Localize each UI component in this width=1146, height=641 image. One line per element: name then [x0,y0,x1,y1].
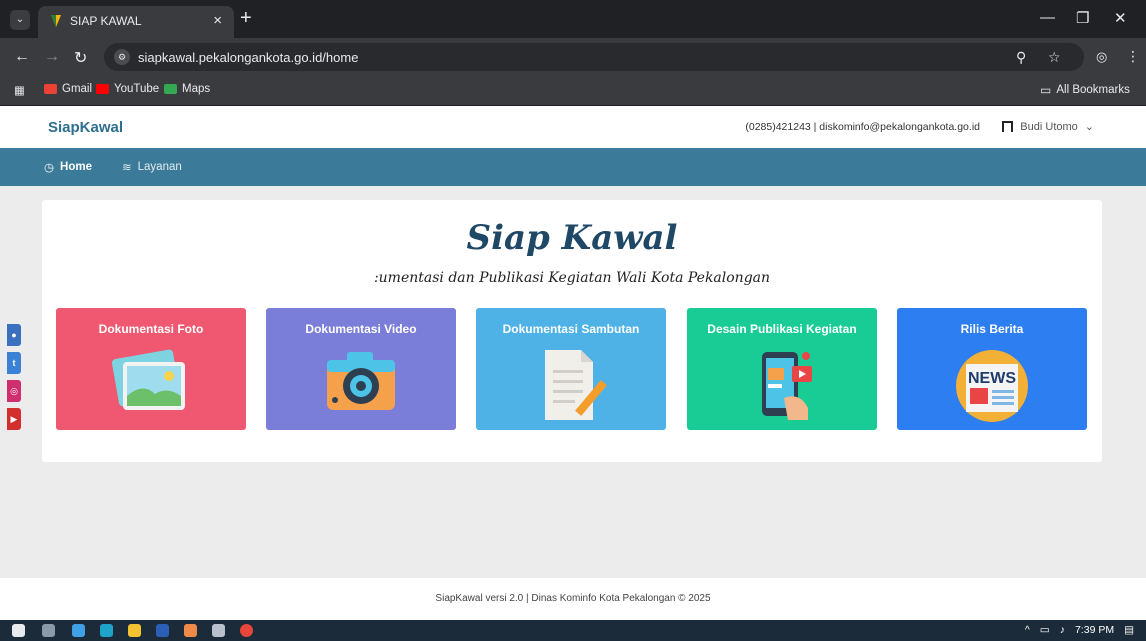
site-favicon-icon [51,15,61,27]
taskbar-app-icon[interactable] [72,624,85,637]
hero-title: Siap Kawal [466,218,678,258]
address-bar[interactable]: ⚙ siapkawal.pekalongankota.go.id/home ⚲ … [104,43,1084,71]
edge-icon[interactable] [100,624,113,637]
tile-dokumentasi-foto[interactable]: Dokumentasi Foto [56,308,246,430]
task-view-icon[interactable] [42,624,55,637]
photo-icon [111,349,185,410]
word-icon[interactable] [156,624,169,637]
bookmark-maps[interactable]: Maps [164,83,210,95]
tile-label: Dokumentasi Sambutan [502,322,640,336]
user-icon [1002,121,1014,132]
clock-time[interactable]: 7:39 PM [1075,624,1114,636]
tile-label: Desain Publikasi Kegiatan [707,322,857,336]
tile-label: Rilis Berita [960,322,1024,336]
all-bookmarks[interactable]: ▭ All Bookmarks [1040,83,1130,97]
document-pencil-icon [545,350,607,420]
site-brand[interactable]: SiapKawal [48,119,123,136]
file-explorer-icon[interactable] [128,624,141,637]
forward-icon[interactable]: → [44,48,60,66]
youtube-icon [96,84,109,94]
browser-toolbar: ← → ↻ ⚙ siapkawal.pekalongankota.go.id/h… [0,38,1146,76]
tile-label: Dokumentasi Video [305,322,417,336]
tile-dokumentasi-sambutan[interactable]: Dokumentasi Sambutan [476,308,666,430]
minimize-icon[interactable]: — [1040,9,1055,26]
tab-close-icon[interactable]: × [213,12,222,29]
site-footer: SiapKawal versi 2.0 | Dinas Kominfo Kota… [0,578,1146,620]
nav-home[interactable]: ◷ Home [44,160,92,174]
tab-title: SIAP KAWAL [70,14,142,28]
main-nav: ◷ Home ≋ Layanan [0,148,1146,186]
phone-media-icon [762,352,812,420]
browser-tab-bar: ⌄ SIAP KAWAL × + — ❐ ✕ [0,0,1146,38]
url-text[interactable]: siapkawal.pekalongankota.go.id/home [138,50,358,65]
close-window-icon[interactable]: ✕ [1114,9,1127,27]
news-text: NEWS [968,370,1016,387]
gmail-icon [44,84,57,94]
menu-kebab-icon[interactable]: ⋮ [1126,48,1140,65]
layers-icon: ≋ [122,162,132,174]
folder-icon: ▭ [1040,83,1052,97]
browser-tab[interactable]: SIAP KAWAL × [38,6,234,38]
bookmark-star-icon[interactable]: ☆ [1048,49,1061,66]
bookmarks-bar: ▦ Gmail YouTube Maps ▭ All Bookmarks [0,76,1146,106]
settings-icon[interactable] [212,624,225,637]
twitter-icon[interactable]: t [7,352,21,374]
volume-icon[interactable]: ♪ [1060,624,1065,636]
chevron-down-icon: ⌄ [1084,121,1094,133]
maps-icon [164,84,177,94]
back-icon[interactable]: ← [14,48,30,66]
windows-taskbar: ^ ▭ ♪ 7:39 PM ▤ [0,620,1146,641]
bookmark-youtube[interactable]: YouTube [96,83,159,95]
profile-icon[interactable]: ◎ [1096,49,1107,65]
notifications-icon[interactable]: ▤ [1124,624,1134,636]
camera-icon [327,352,395,410]
taskbar-app-icon-2[interactable] [184,624,197,637]
instagram-icon[interactable]: ◎ [7,380,21,402]
youtube-social-icon[interactable]: ▶ [7,408,21,430]
windows-start-icon[interactable] [12,624,25,637]
hero-subtitle: :umentasi dan Publikasi Kegiatan Wali Ko… [373,270,771,286]
social-icon-1[interactable]: ● [7,324,21,346]
chrome-icon[interactable] [240,624,253,637]
tile-desain-publikasi-kegiatan[interactable]: Desain Publikasi Kegiatan [687,308,877,430]
contact-info: (0285)421243 | diskominfo@pekalongankota… [745,121,980,133]
network-icon[interactable]: ▭ [1040,624,1050,636]
home-clock-icon: ◷ [44,162,55,174]
newspaper-icon: NEWS [956,350,1028,422]
user-name: Budi Utomo [1020,120,1078,133]
bookmark-gmail[interactable]: Gmail [44,83,92,95]
content-card: Siap Kawal :umentasi dan Publikasi Kegia… [42,200,1102,462]
apps-grid-icon[interactable]: ▦ [14,83,25,97]
tab-search-chevron-icon[interactable]: ⌄ [10,10,30,30]
tile-label: Dokumentasi Foto [98,322,204,336]
reload-icon[interactable]: ↻ [74,48,87,68]
system-tray: ^ ▭ ♪ 7:39 PM ▤ [1025,624,1134,636]
nav-layanan[interactable]: ≋ Layanan [122,160,182,174]
tile-dokumentasi-video[interactable]: Dokumentasi Video [266,308,456,430]
user-menu[interactable]: Budi Utomo ⌄ [1002,120,1094,133]
tile-rilis-berita[interactable]: Rilis Berita NEWS [897,308,1087,430]
tray-chevron-icon[interactable]: ^ [1025,624,1030,636]
site-info-icon[interactable]: ⚙ [114,49,130,65]
site-header: SiapKawal (0285)421243 | diskominfo@peka… [0,106,1146,148]
zoom-icon[interactable]: ⚲ [1016,49,1026,66]
restore-icon[interactable]: ❐ [1076,9,1089,27]
new-tab-button[interactable]: + [240,7,252,30]
